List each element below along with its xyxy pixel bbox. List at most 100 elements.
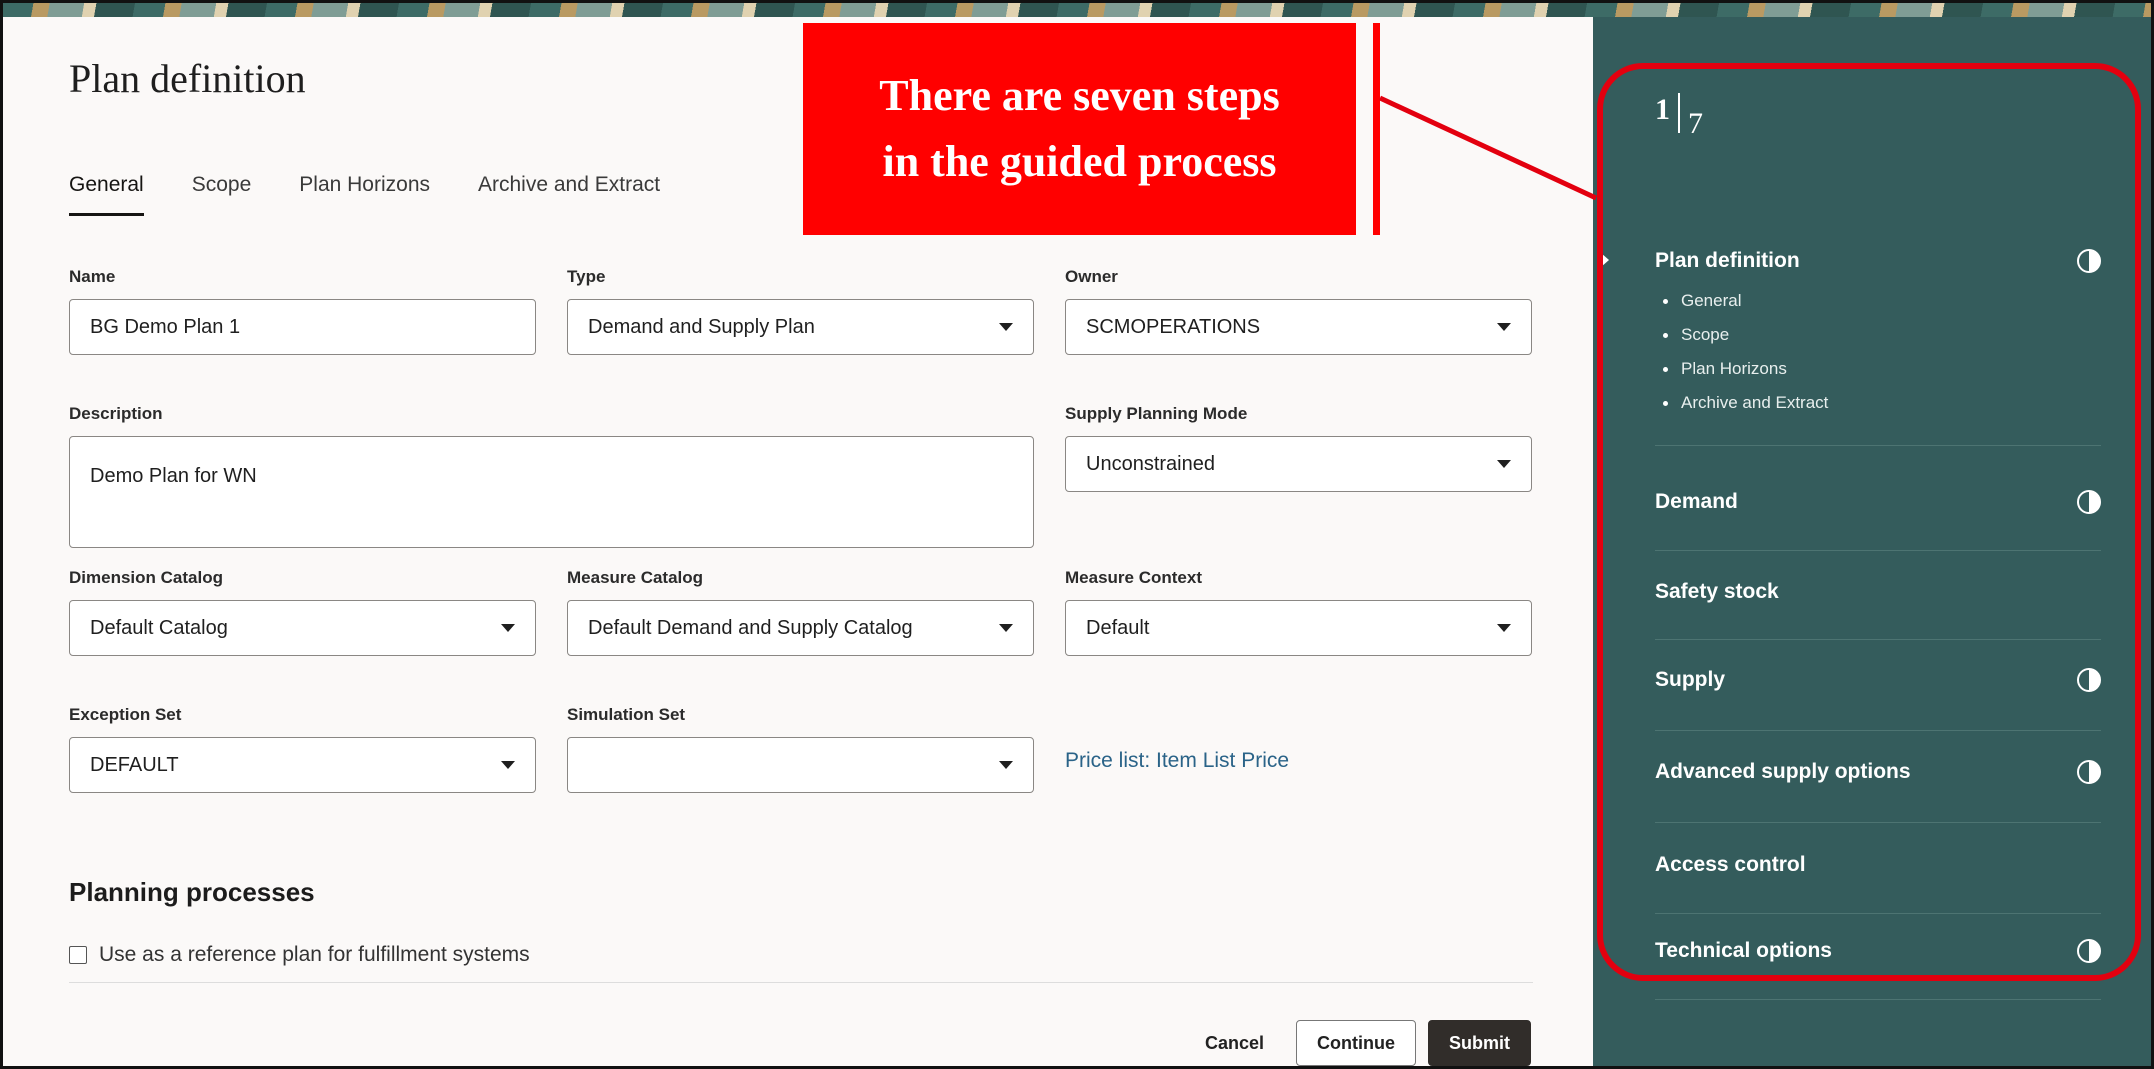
measure-context-field-group: Measure Context Default (1065, 568, 1532, 656)
reference-plan-option: Use as a reference plan for fulfillment … (69, 943, 530, 967)
step-divider (1655, 822, 2101, 823)
total-steps-number: 7 (1688, 107, 1703, 140)
action-bar: Cancel Continue Submit (1185, 1020, 1531, 1066)
sub-item-archive-and-extract[interactable]: Archive and Extract (1655, 393, 2101, 413)
chevron-down-icon (501, 761, 515, 769)
supply-planning-mode-value: Unconstrained (1086, 452, 1215, 475)
planning-processes-heading: Planning processes (69, 877, 315, 907)
name-field-group: Name BG Demo Plan 1 (69, 267, 536, 355)
step-divider (1655, 913, 2101, 914)
step-name: Demand (1655, 490, 1738, 513)
app-window: Plan definition General Scope Plan Horiz… (0, 0, 2154, 1069)
submit-button[interactable]: Submit (1428, 1020, 1531, 1066)
tab-bar: General Scope Plan Horizons Archive and … (69, 173, 708, 229)
simulation-set-label: Simulation Set (567, 705, 686, 724)
chevron-down-icon (501, 624, 515, 632)
step-advanced-supply-options[interactable]: Advanced supply options (1655, 760, 2101, 823)
name-input[interactable]: BG Demo Plan 1 (69, 299, 536, 355)
step-name: Technical options (1655, 939, 1832, 962)
reference-plan-label[interactable]: Use as a reference plan for fulfillment … (99, 943, 530, 967)
callout-pointer-bar (1373, 23, 1380, 235)
half-circle-icon (2077, 668, 2101, 692)
owner-label: Owner (1065, 267, 1118, 286)
step-counter: 17 (1655, 93, 1703, 141)
step-name: Plan definition (1655, 249, 1800, 272)
chevron-down-icon (999, 323, 1013, 331)
dimension-catalog-field-group: Dimension Catalog Default Catalog (69, 568, 536, 656)
step-divider (1655, 550, 2101, 551)
description-textarea[interactable]: Demo Plan for WN (69, 436, 1034, 548)
supply-planning-mode-field-group: Supply Planning Mode Unconstrained (1065, 404, 1532, 492)
divider (69, 982, 1533, 983)
reference-plan-checkbox[interactable] (69, 946, 87, 964)
chevron-down-icon (999, 624, 1013, 632)
step-safety-stock[interactable]: Safety stock (1655, 580, 2101, 640)
tab-general[interactable]: General (69, 173, 144, 229)
type-label: Type (567, 267, 606, 286)
step-divider (1655, 999, 2101, 1000)
sub-item-plan-horizons[interactable]: Plan Horizons (1655, 359, 2101, 379)
chevron-down-icon (1497, 323, 1511, 331)
current-step-marker-icon (1601, 253, 1609, 267)
step-access-control[interactable]: Access control (1655, 853, 2101, 914)
name-value: BG Demo Plan 1 (90, 315, 241, 338)
measure-context-label: Measure Context (1065, 568, 1202, 587)
sub-item-general[interactable]: General (1655, 291, 2101, 311)
step-technical-options[interactable]: Technical options (1655, 939, 2101, 1000)
measure-catalog-field-group: Measure Catalog Default Demand and Suppl… (567, 568, 1034, 656)
measure-catalog-value: Default Demand and Supply Catalog (588, 616, 913, 639)
step-name: Advanced supply options (1655, 760, 1911, 783)
tab-plan-horizons[interactable]: Plan Horizons (299, 173, 430, 229)
measure-catalog-select[interactable]: Default Demand and Supply Catalog (567, 600, 1034, 656)
exception-set-select[interactable]: DEFAULT (69, 737, 536, 793)
owner-select[interactable]: SCMOPERATIONS (1065, 299, 1532, 355)
decorative-banner (3, 3, 2151, 17)
step-divider (1655, 445, 2101, 446)
half-circle-icon (2077, 490, 2101, 514)
step-sub-list: General Scope Plan Horizons Archive and … (1655, 291, 2101, 413)
guided-process-sidebar: 17 Plan definition General Scope Plan Ho… (1593, 17, 2151, 1066)
exception-set-field-group: Exception Set DEFAULT (69, 705, 536, 793)
exception-set-value: DEFAULT (90, 753, 179, 776)
type-select[interactable]: Demand and Supply Plan (567, 299, 1034, 355)
continue-button[interactable]: Continue (1296, 1020, 1416, 1066)
price-list-link[interactable]: Price list: Item List Price (1065, 749, 1289, 773)
current-step-number: 1 (1655, 93, 1670, 126)
step-name: Safety stock (1655, 580, 1779, 603)
dimension-catalog-label: Dimension Catalog (69, 568, 223, 587)
description-field-group: Description Demo Plan for WN (69, 404, 1034, 548)
supply-planning-mode-select[interactable]: Unconstrained (1065, 436, 1532, 492)
chevron-down-icon (999, 761, 1013, 769)
cancel-button[interactable]: Cancel (1185, 1020, 1284, 1066)
tab-archive-and-extract[interactable]: Archive and Extract (478, 173, 660, 229)
callout-line-1: There are seven steps (879, 71, 1280, 120)
supply-planning-mode-label: Supply Planning Mode (1065, 404, 1248, 423)
step-supply[interactable]: Supply (1655, 668, 2101, 731)
measure-context-value: Default (1086, 616, 1150, 639)
annotation-callout: There are seven steps in the guided proc… (803, 23, 1356, 235)
type-field-group: Type Demand and Supply Plan (567, 267, 1034, 355)
owner-field-group: Owner SCMOPERATIONS (1065, 267, 1532, 355)
sub-item-scope[interactable]: Scope (1655, 325, 2101, 345)
step-divider (1655, 639, 2101, 640)
step-name: Access control (1655, 853, 1806, 876)
step-demand[interactable]: Demand (1655, 490, 2101, 551)
half-circle-icon (2077, 939, 2101, 963)
simulation-set-select[interactable] (567, 737, 1034, 793)
owner-value: SCMOPERATIONS (1086, 315, 1261, 338)
simulation-set-field-group: Simulation Set (567, 705, 1034, 793)
measure-catalog-label: Measure Catalog (567, 568, 704, 587)
half-circle-icon (2077, 249, 2101, 273)
step-name: Supply (1655, 668, 1726, 691)
measure-context-select[interactable]: Default (1065, 600, 1532, 656)
chevron-down-icon (1497, 460, 1511, 468)
callout-line-2: in the guided process (882, 137, 1277, 186)
dimension-catalog-select[interactable]: Default Catalog (69, 600, 536, 656)
page-title: Plan definition (69, 56, 306, 101)
dimension-catalog-value: Default Catalog (90, 616, 228, 639)
tab-scope[interactable]: Scope (192, 173, 252, 229)
half-circle-icon (2077, 760, 2101, 784)
description-label: Description (69, 404, 163, 423)
type-value: Demand and Supply Plan (588, 315, 815, 338)
step-plan-definition[interactable]: Plan definition General Scope Plan Horiz… (1655, 249, 2101, 446)
